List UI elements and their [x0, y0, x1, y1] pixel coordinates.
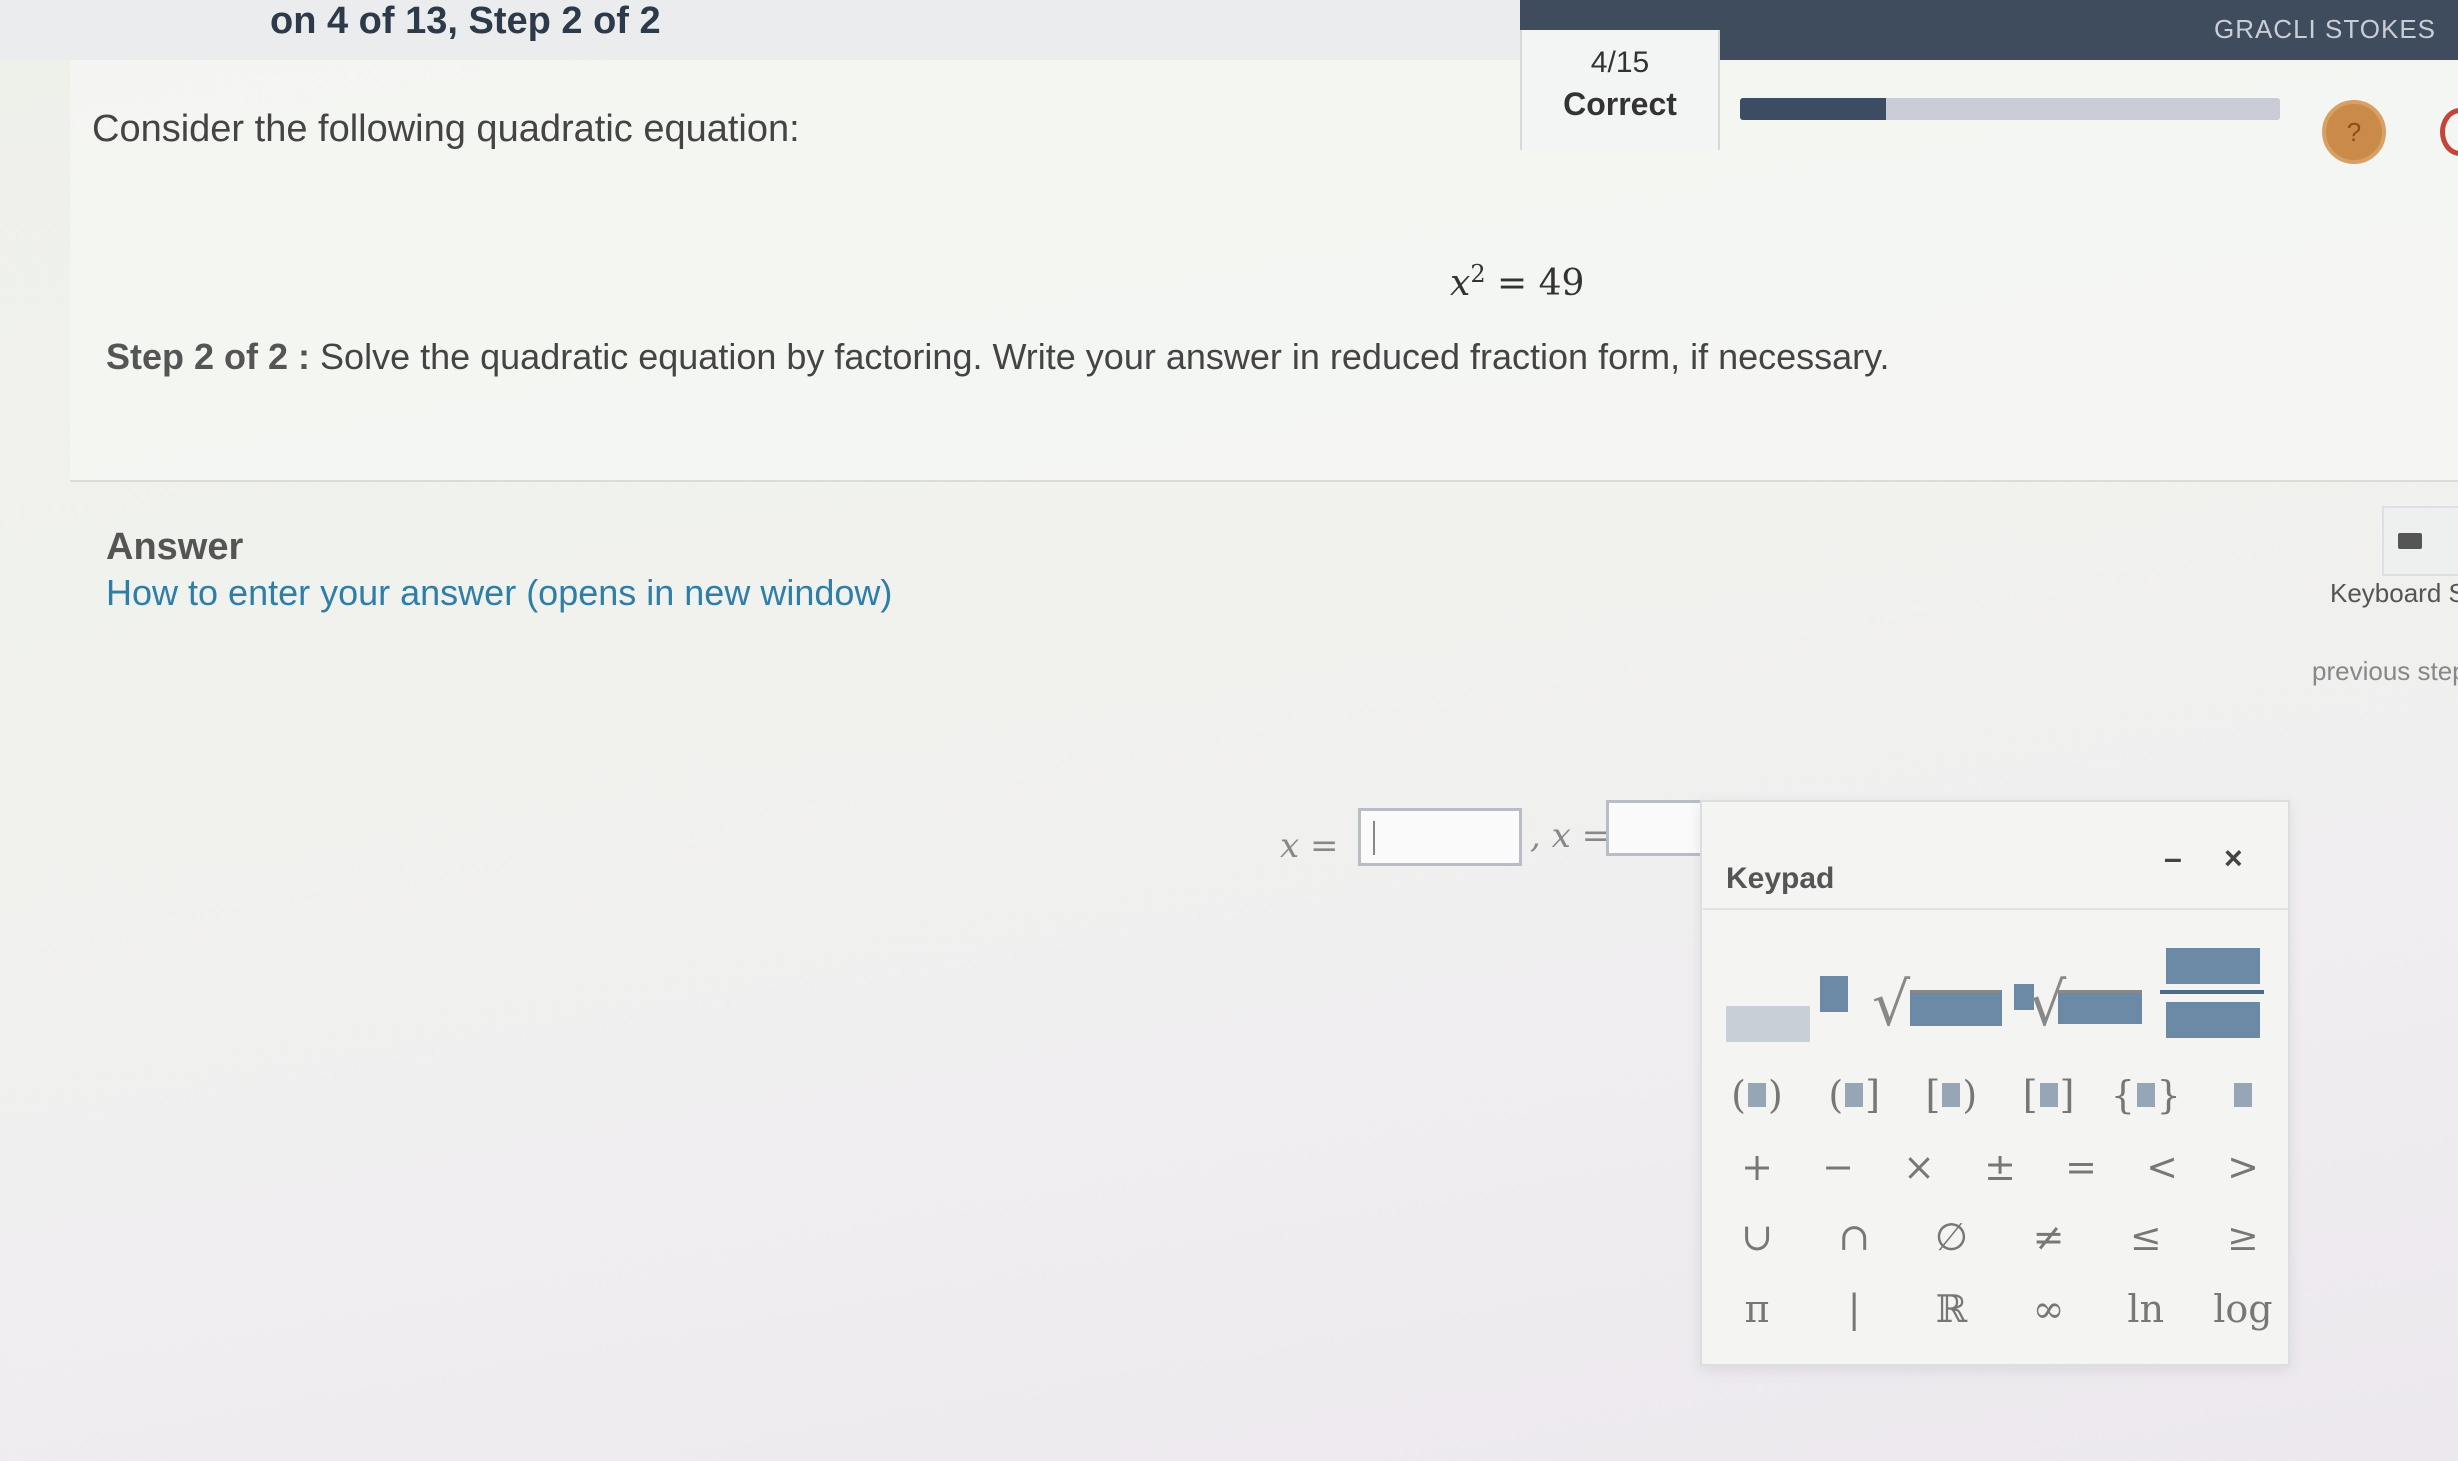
fraction-key[interactable] — [2160, 948, 2264, 1048]
step-breadcrumb: on 4 of 13, Step 2 of 2 — [270, 0, 661, 42]
constant-key[interactable]: log — [2208, 1278, 2278, 1340]
square-root-key[interactable]: √ — [1872, 970, 2004, 1050]
square-bracket-key[interactable]: [] — [2014, 1064, 2084, 1126]
constant-key[interactable]: π — [1722, 1278, 1792, 1340]
keypad-title: Keypad — [1726, 862, 1835, 895]
answer-help-link[interactable]: How to enter your answer (opens in new w… — [106, 572, 892, 614]
constant-key[interactable]: ℝ — [1916, 1278, 1986, 1340]
keypad-panel: Keypad – × √ √ () (] [) [] {} + − × ± = < > ∪ ∩… — [1700, 800, 2290, 1366]
radicand-slot — [1910, 990, 2002, 1026]
paren-key[interactable]: () — [1722, 1064, 1792, 1126]
user-name[interactable]: GRACLI STOKES — [2214, 14, 2436, 45]
set-braces-key[interactable]: {} — [2111, 1064, 2181, 1126]
section-divider — [70, 480, 2458, 482]
equation: x2 = 49 — [1450, 260, 1584, 304]
equation-rhs: = 49 — [1485, 263, 1585, 304]
bracket-key-row: () (] [) [] {} — [1722, 1064, 2278, 1126]
constant-key[interactable]: | — [1819, 1278, 1889, 1340]
set-symbol-key[interactable]: ∅ — [1916, 1206, 1986, 1268]
keypad-minimize-button[interactable]: – — [2164, 840, 2182, 877]
score-box: 4/15 Correct — [1520, 30, 1720, 150]
set-symbol-key[interactable]: ∩ — [1819, 1206, 1889, 1268]
operator-key[interactable]: > — [2208, 1136, 2278, 1198]
operator-key[interactable]: = — [2046, 1136, 2116, 1198]
keyboard-icon — [2398, 533, 2422, 549]
top-header-bar: on 4 of 13, Step 2 of 2 GRACLI STOKES — [0, 0, 2458, 60]
operator-key[interactable]: ± — [1965, 1136, 2035, 1198]
set-symbol-key[interactable]: ∪ — [1722, 1206, 1792, 1268]
exponent-power-slot — [1820, 976, 1848, 1012]
open-closed-interval-key[interactable]: (] — [1819, 1064, 1889, 1126]
constant-key[interactable]: ln — [2111, 1278, 2181, 1340]
progress-bar — [1740, 98, 2280, 120]
equation-exponent: 2 — [1470, 260, 1486, 288]
answer-1-label: x = — [1280, 826, 1339, 866]
step-instructions: Step 2 of 2 : Solve the quadratic equati… — [106, 336, 1889, 378]
absolute-value-key[interactable] — [2208, 1064, 2278, 1126]
answer-1-input[interactable] — [1358, 808, 1522, 866]
answer-heading: Answer — [106, 526, 244, 568]
operator-key[interactable]: − — [1803, 1136, 1873, 1198]
text-cursor — [1373, 821, 1375, 855]
constant-key-row: π | ℝ ∞ ln log — [1722, 1278, 2278, 1340]
keypad-close-button[interactable]: × — [2224, 840, 2243, 877]
exponent-key[interactable] — [1726, 972, 1856, 1048]
operator-key[interactable]: + — [1722, 1136, 1792, 1198]
answer-2-label: , x = — [1530, 816, 1611, 856]
operator-key[interactable]: < — [2127, 1136, 2197, 1198]
keypad-header[interactable]: Keypad – × — [1702, 802, 2288, 910]
set-symbol-key[interactable]: ≥ — [2208, 1206, 2278, 1268]
set-symbol-key[interactable]: ≤ — [2111, 1206, 2181, 1268]
nth-root-key[interactable]: √ — [2014, 970, 2144, 1050]
header-breadcrumb-area: on 4 of 13, Step 2 of 2 — [0, 0, 1520, 60]
denominator-slot — [2166, 1002, 2260, 1038]
set-symbol-key[interactable]: ≠ — [2014, 1206, 2084, 1268]
step-label: Step 2 of 2 : — [106, 336, 311, 377]
score-status: Correct — [1563, 86, 1677, 122]
equation-variable: x — [1450, 263, 1471, 304]
progress-bar-fill — [1740, 98, 1886, 120]
closed-open-interval-key[interactable]: [) — [1916, 1064, 1986, 1126]
keyboard-shortcuts-link[interactable]: Keyboard Sh — [2330, 578, 2458, 609]
score-count: 4/15 — [1590, 46, 1650, 79]
radicand-slot — [2058, 990, 2142, 1024]
operator-key-row: + − × ± = < > — [1722, 1136, 2278, 1198]
fraction-bar — [2160, 990, 2264, 994]
numerator-slot — [2166, 948, 2260, 984]
keyboard-toggle-button[interactable] — [2382, 506, 2458, 576]
help-icon[interactable]: ? — [2322, 100, 2386, 164]
constant-key[interactable]: ∞ — [2014, 1278, 2084, 1340]
previous-step-link[interactable]: previous step — [2312, 656, 2458, 687]
operator-key[interactable]: × — [1884, 1136, 1954, 1198]
step-text: Solve the quadratic equation by factorin… — [310, 336, 1890, 377]
question-intro: Consider the following quadratic equatio… — [92, 108, 800, 150]
set-key-row: ∪ ∩ ∅ ≠ ≤ ≥ — [1722, 1206, 2278, 1268]
radical-icon: √ — [1872, 970, 1911, 1040]
exponent-base-slot — [1726, 1006, 1810, 1042]
